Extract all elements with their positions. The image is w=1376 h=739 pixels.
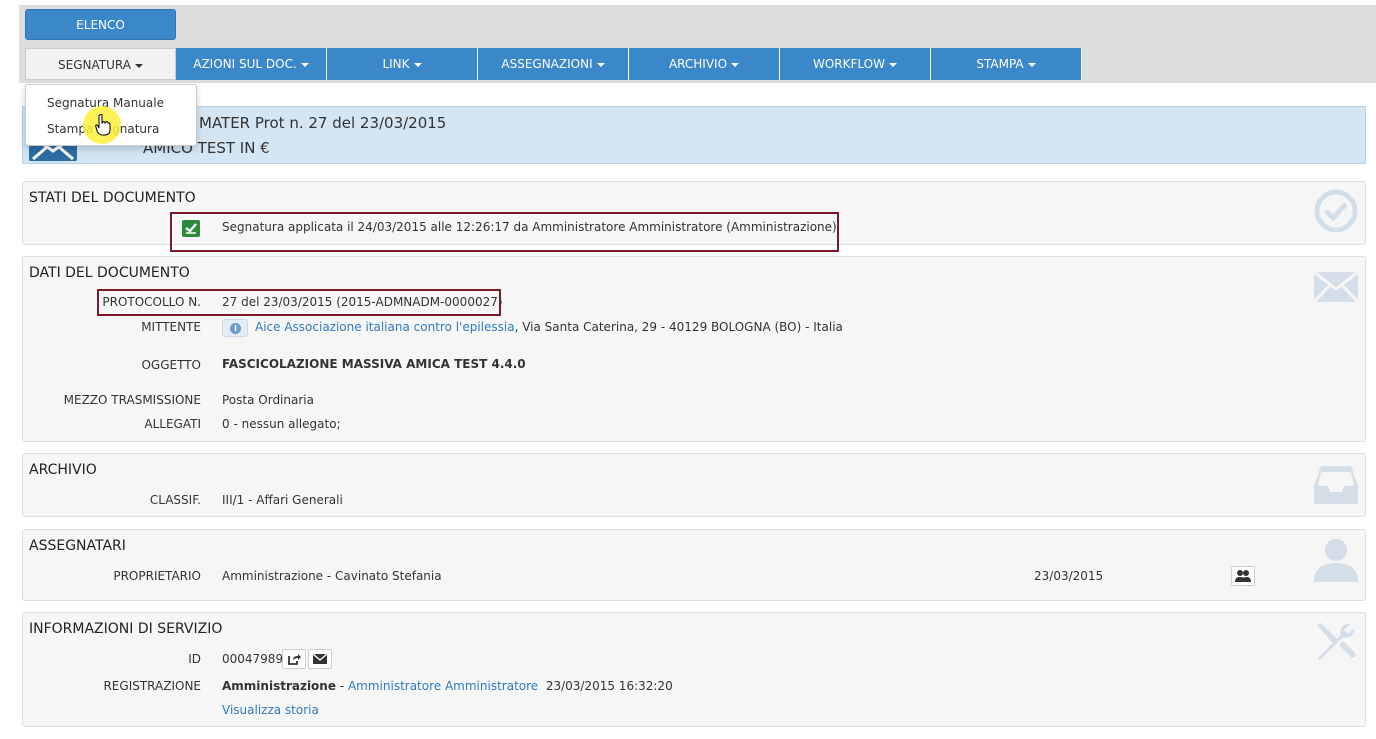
check-circle-icon	[1313, 188, 1359, 234]
mezzo-trasmissione-value: Posta Ordinaria	[222, 393, 314, 407]
segnatura-status-text: Segnatura applicata il 24/03/2015 alle 1…	[222, 220, 837, 234]
registrazione-separator: -	[335, 679, 348, 693]
tab-label: SEGNATURA	[58, 58, 131, 72]
action-tabs: SEGNATURA AZIONI SUL DOC. LINK ASSEGNAZI…	[25, 48, 1082, 80]
panel-stati-documento: STATI DEL DOCUMENTO Segnatura applicata …	[22, 181, 1366, 252]
registrazione-datetime: 23/03/2015 16:32:20	[545, 679, 673, 693]
tab-label: LINK	[382, 57, 410, 71]
id-label: ID	[188, 652, 201, 666]
panel-archivio: ARCHIVIO CLASSIF. III/1 - Affari General…	[22, 453, 1366, 517]
tab-workflow[interactable]: WORKFLOW	[780, 48, 931, 80]
tab-link[interactable]: LINK	[327, 48, 478, 80]
classif-label: CLASSIF.	[149, 493, 201, 507]
tools-icon	[1313, 619, 1359, 665]
check-icon	[182, 220, 200, 237]
caret-down-icon	[731, 62, 740, 67]
proprietario-value: Amministrazione - Cavinato Stefania	[222, 569, 442, 583]
classif-value: III/1 - Affari Generali	[222, 493, 343, 507]
info-icon[interactable]: i	[222, 319, 248, 337]
panel-informazioni-servizio: INFORMAZIONI DI SERVIZIO ID 00047989 REG…	[22, 612, 1366, 727]
mittente-value: Aice Associazione italiana contro l'epil…	[255, 320, 843, 334]
visualizza-storia-link[interactable]: Visualizza storia	[222, 703, 319, 717]
tab-stampa[interactable]: STAMPA	[931, 48, 1082, 80]
panel-title: DATI DEL DOCUMENTO	[29, 265, 190, 281]
caret-down-icon	[889, 62, 897, 67]
registrazione-value: Amministrazione - Amministratore Amminis…	[222, 679, 673, 693]
panel-title: ARCHIVIO	[29, 462, 97, 478]
proprietario-label: PROPRIETARIO	[113, 569, 201, 583]
id-value: 00047989	[222, 652, 284, 666]
tab-azioni-sul-doc[interactable]: AZIONI SUL DOC.	[176, 48, 327, 80]
tab-label: STAMPA	[976, 57, 1024, 71]
assignment-date: 23/03/2015	[1034, 569, 1104, 583]
tab-label: ASSEGNAZIONI	[501, 57, 593, 71]
panel-title: STATI DEL DOCUMENTO	[29, 190, 196, 206]
document-header: MATER Prot n. 27 del 23/03/2015 AMICO TE…	[22, 106, 1366, 164]
panel-title: INFORMAZIONI DI SERVIZIO	[29, 621, 223, 637]
tab-archivio[interactable]: ARCHIVIO	[629, 48, 780, 80]
panel-assegnatari: ASSEGNATARI PROPRIETARIO Amministrazione…	[22, 529, 1366, 601]
tab-label: AZIONI SUL DOC.	[193, 57, 297, 71]
oggetto-label: OGGETTO	[141, 358, 201, 372]
hand-cursor-icon	[95, 113, 111, 139]
inbox-tray-icon	[1313, 460, 1359, 506]
mittente-label: MITTENTE	[141, 320, 201, 334]
mezzo-trasmissione-label: MEZZO TRASMISSIONE	[63, 393, 201, 407]
protocollo-value: 27 del 23/03/2015 (2015-ADMNADM-0000027)	[222, 295, 503, 309]
tab-label: ARCHIVIO	[668, 57, 728, 71]
tab-segnatura[interactable]: SEGNATURA	[25, 48, 176, 80]
envelope-icon	[1312, 263, 1360, 309]
caret-down-icon	[596, 62, 605, 67]
panel-title: ASSEGNATARI	[29, 538, 126, 554]
tab-label: WORKFLOW	[813, 57, 885, 71]
elenco-button[interactable]: ELENCO	[25, 9, 176, 40]
caret-down-icon	[1027, 62, 1036, 67]
caret-down-icon	[413, 62, 422, 67]
protocollo-label: PROTOCOLLO N.	[102, 295, 201, 309]
panel-dati-documento: DATI DEL DOCUMENTO PROTOCOLLO N. 27 del …	[22, 256, 1366, 442]
allegati-label: ALLEGATI	[144, 417, 201, 431]
registrazione-user-link[interactable]: Amministratore Amministratore	[348, 679, 538, 693]
mittente-link[interactable]: Aice Associazione italiana contro l'epil…	[255, 320, 515, 334]
caret-down-icon	[134, 63, 143, 68]
oggetto-value: FASCICOLAZIONE MASSIVA AMICA TEST 4.4.0	[222, 357, 526, 371]
send-email-button[interactable]	[308, 649, 332, 669]
user-icon	[1313, 536, 1359, 582]
open-external-button[interactable]	[282, 649, 306, 669]
users-button[interactable]	[1231, 566, 1255, 586]
allegati-value: 0 - nessun allegato;	[222, 417, 341, 431]
tab-assegnazioni[interactable]: ASSEGNAZIONI	[478, 48, 629, 80]
mittente-address: , Via Santa Caterina, 29 - 40129 BOLOGNA…	[514, 320, 843, 334]
registrazione-org: Amministrazione	[222, 679, 336, 693]
caret-down-icon	[300, 62, 309, 67]
registrazione-label: REGISTRAZIONE	[103, 679, 201, 693]
document-title: MATER Prot n. 27 del 23/03/2015	[199, 114, 447, 132]
